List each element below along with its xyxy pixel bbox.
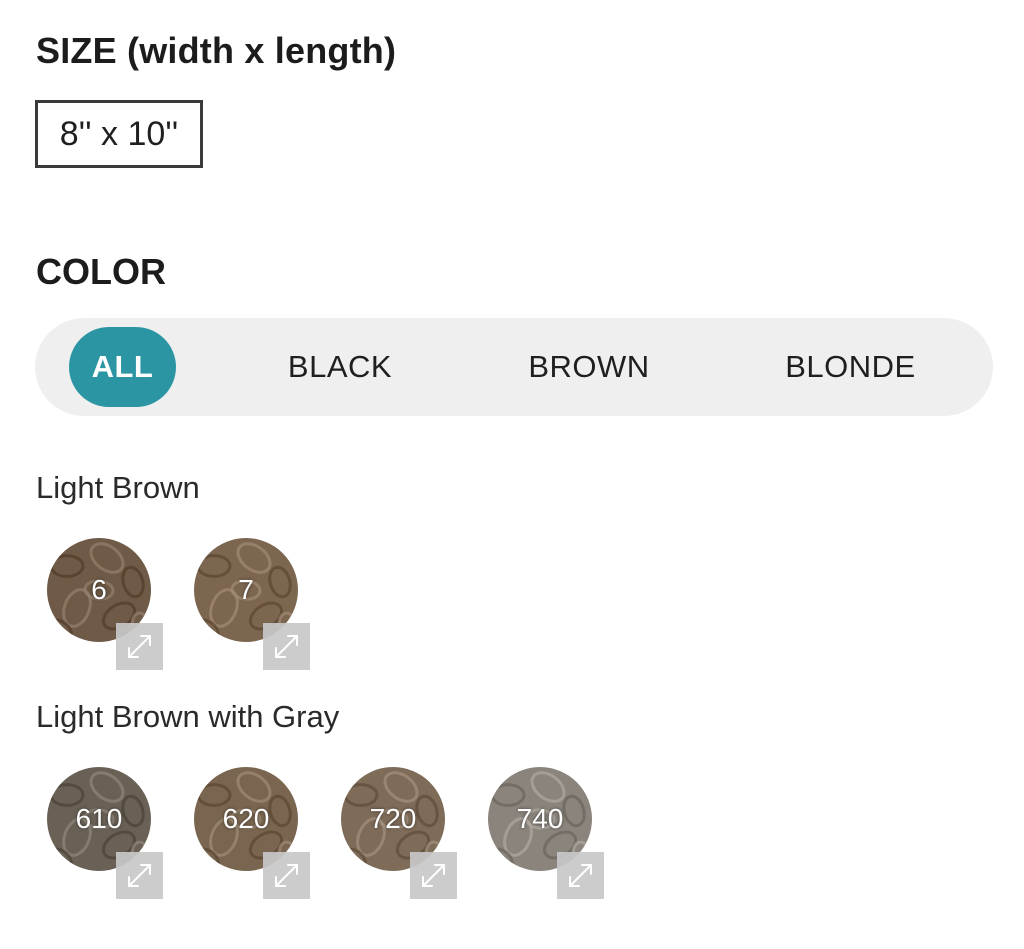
color-swatch[interactable]: 7 xyxy=(194,538,310,670)
expand-icon[interactable] xyxy=(116,852,163,899)
color-swatch[interactable]: 610 xyxy=(47,767,163,899)
color-swatch[interactable]: 620 xyxy=(194,767,310,899)
color-swatch[interactable]: 720 xyxy=(341,767,457,899)
filter-tab-black[interactable]: BLACK xyxy=(265,327,415,407)
color-title: COLOR xyxy=(36,251,166,292)
filter-tab-all[interactable]: ALL xyxy=(69,327,176,407)
filter-tab-brown[interactable]: BROWN xyxy=(505,327,673,407)
size-title: SIZE (width x length) xyxy=(36,30,397,71)
color-swatch[interactable]: 740 xyxy=(488,767,604,899)
expand-icon[interactable] xyxy=(263,623,310,670)
color-filter-bar: ALL BLACK BROWN BLONDE xyxy=(35,318,993,416)
color-swatch[interactable]: 6 xyxy=(47,538,163,670)
filter-tab-blonde[interactable]: BLONDE xyxy=(763,327,938,407)
size-option-button[interactable]: 8'' x 10'' xyxy=(35,100,203,168)
expand-icon[interactable] xyxy=(410,852,457,899)
group-title-light-brown-gray: Light Brown with Gray xyxy=(36,699,340,734)
expand-icon[interactable] xyxy=(263,852,310,899)
group-title-light-brown: Light Brown xyxy=(36,470,200,505)
expand-icon[interactable] xyxy=(557,852,604,899)
expand-icon[interactable] xyxy=(116,623,163,670)
